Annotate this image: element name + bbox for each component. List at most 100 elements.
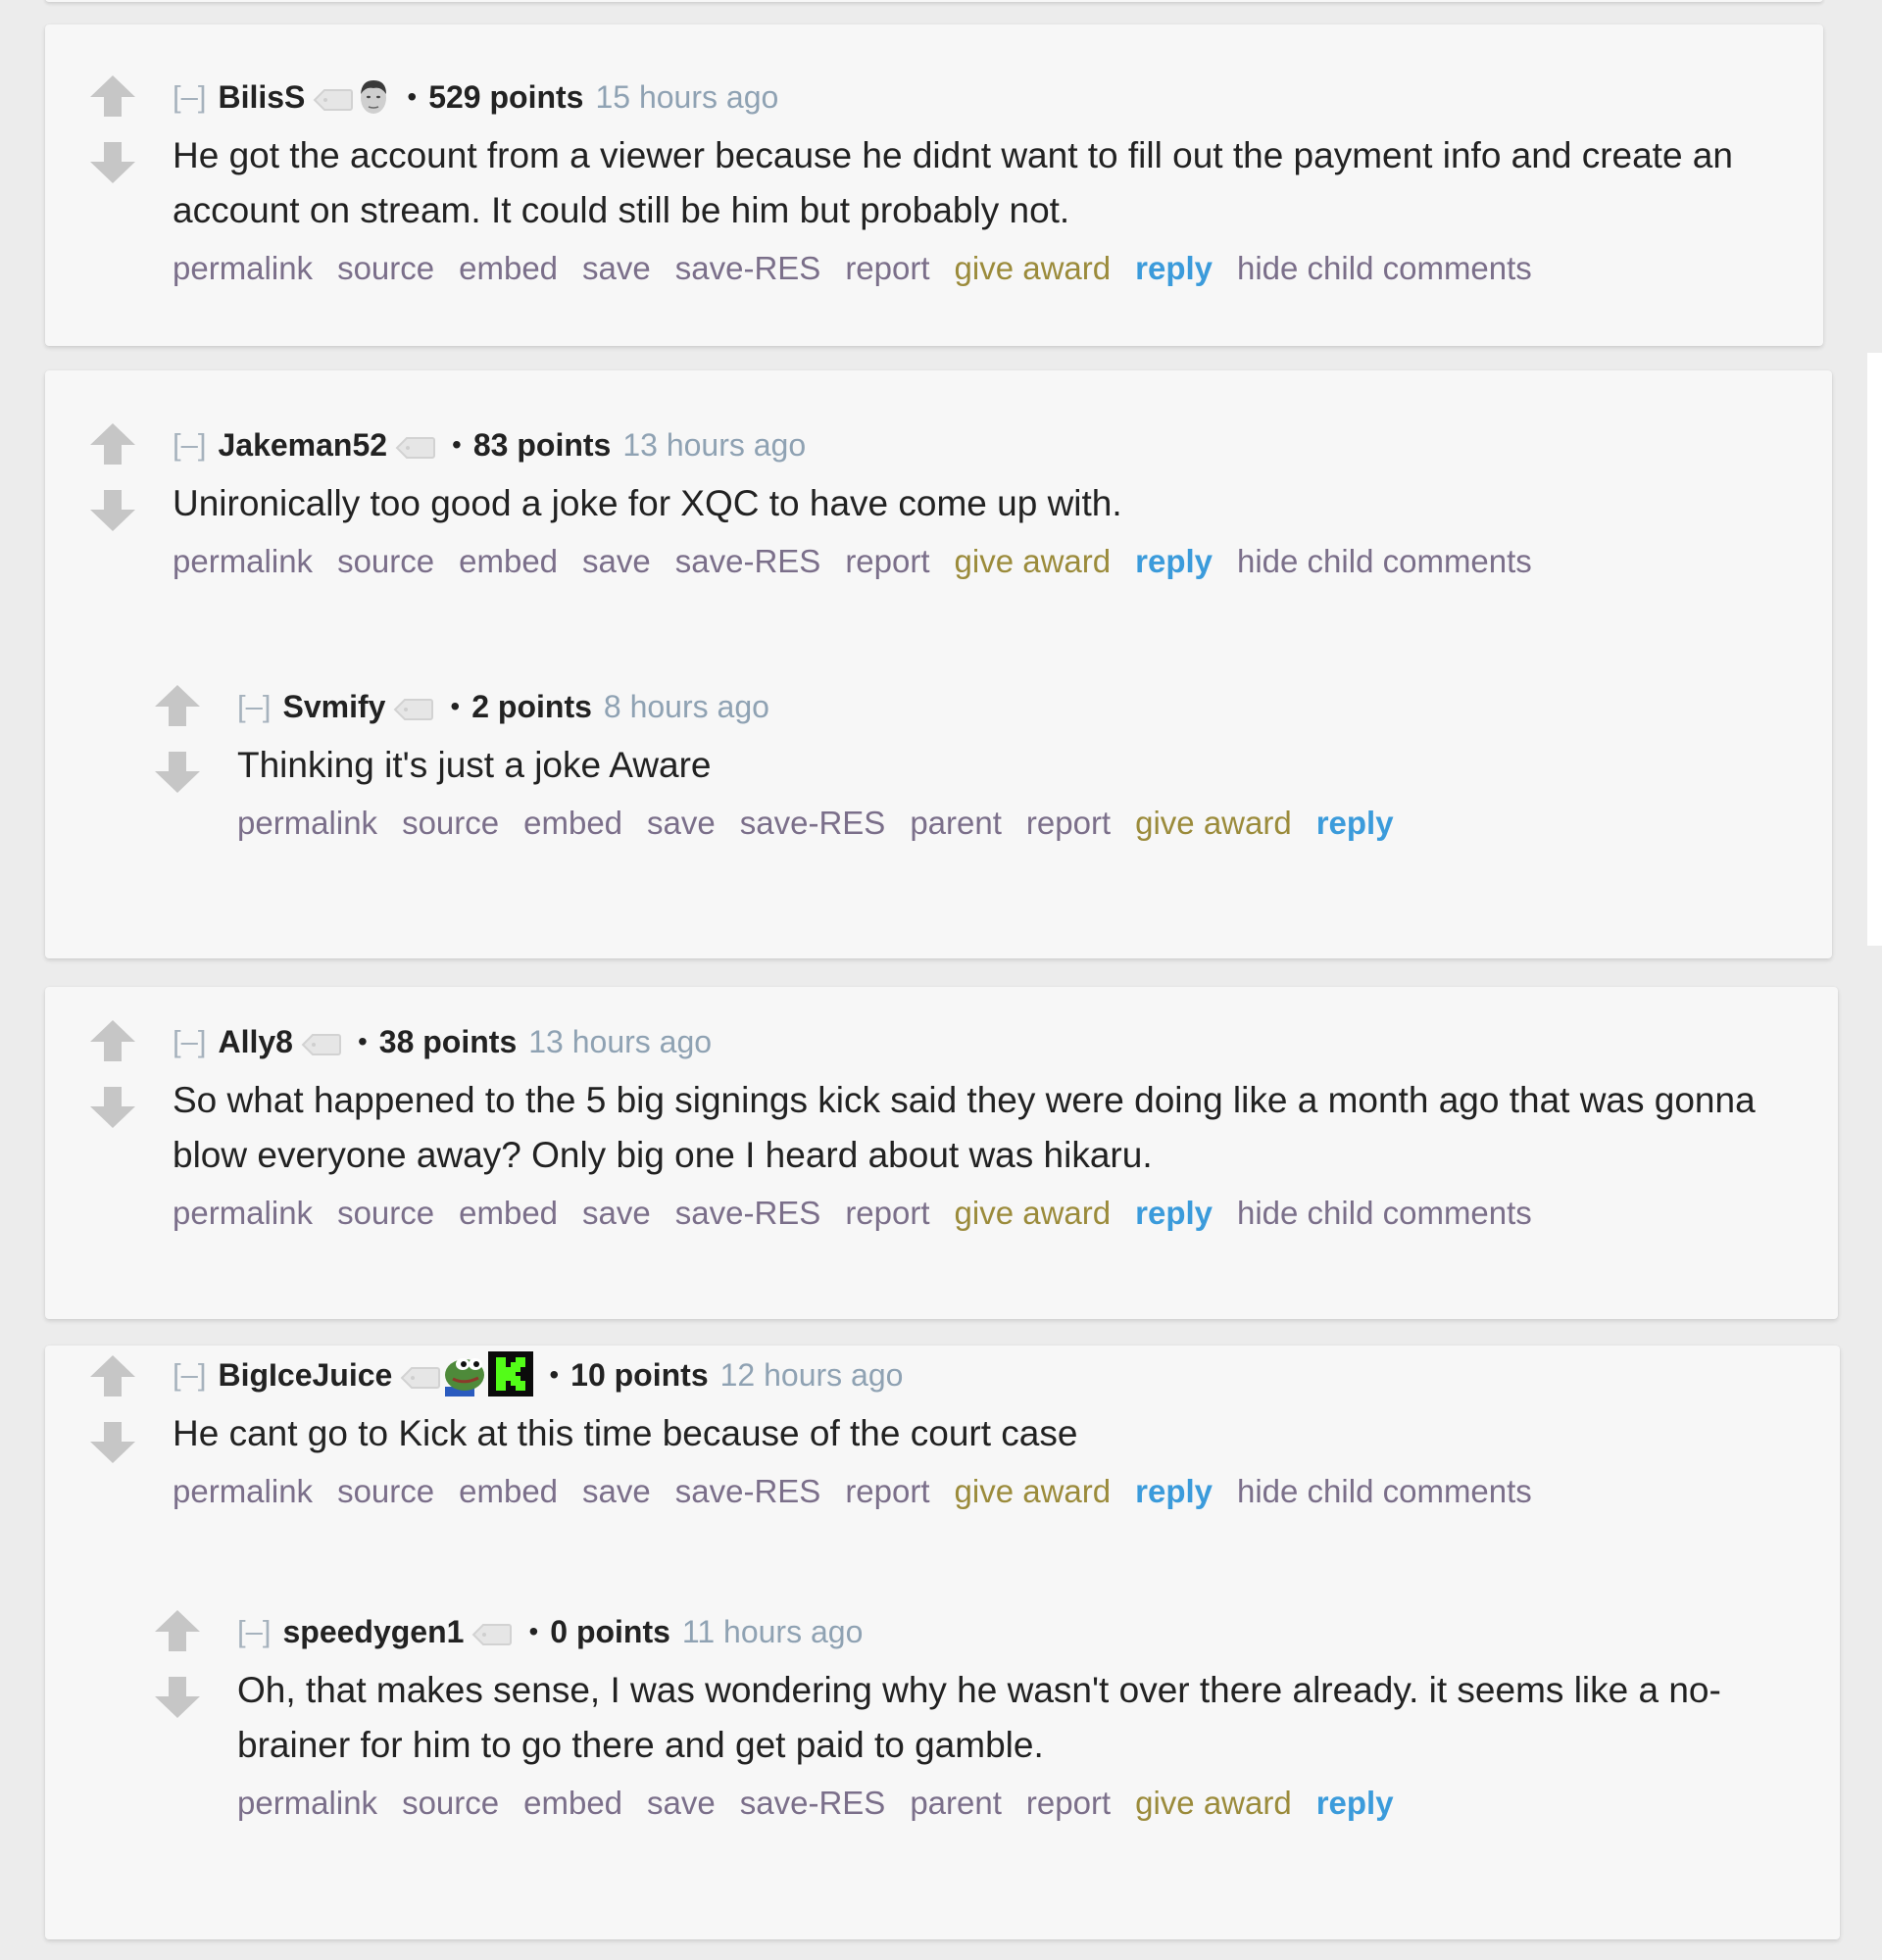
action-embed[interactable]: embed: [459, 543, 558, 579]
action-save[interactable]: save: [647, 805, 716, 841]
action-source[interactable]: source: [402, 805, 499, 841]
upvote-button[interactable]: [155, 1610, 200, 1651]
score: 529 points: [428, 79, 584, 115]
action-save[interactable]: save: [582, 1195, 651, 1231]
author-link[interactable]: BigIceJuice: [218, 1353, 392, 1396]
downvote-arrow-icon: [90, 1422, 135, 1463]
collapse-toggle[interactable]: [–]: [237, 685, 271, 728]
action-parent[interactable]: parent: [910, 805, 1002, 841]
action-save-res[interactable]: save-RES: [675, 1473, 821, 1509]
action-save[interactable]: save: [582, 543, 651, 579]
action-reply[interactable]: reply: [1135, 250, 1213, 286]
action-reply[interactable]: reply: [1316, 1785, 1394, 1821]
tag-icon[interactable]: [393, 689, 434, 720]
action-permalink[interactable]: permalink: [173, 1473, 313, 1509]
action-source[interactable]: source: [337, 543, 434, 579]
tag-icon[interactable]: [400, 1357, 441, 1389]
author-link[interactable]: Ally8: [218, 1020, 292, 1063]
downvote-button[interactable]: [155, 752, 200, 793]
action-parent[interactable]: parent: [910, 1785, 1002, 1821]
action-report[interactable]: report: [845, 543, 929, 579]
action-embed[interactable]: embed: [523, 1785, 622, 1821]
author-link[interactable]: Svmify: [282, 685, 385, 728]
tag-icon[interactable]: [301, 1024, 342, 1055]
action-give-award[interactable]: give award: [955, 250, 1112, 286]
timestamp: 12 hours ago: [719, 1357, 904, 1393]
upvote-button[interactable]: [90, 423, 135, 465]
action-give-award[interactable]: give award: [1135, 805, 1292, 841]
action-give-award[interactable]: give award: [955, 1195, 1112, 1231]
downvote-arrow-icon: [90, 490, 135, 531]
comment-actions: permalink source embed save save-RES parent re…: [237, 799, 1845, 848]
tag-icon[interactable]: [313, 79, 354, 111]
action-save-res[interactable]: save-RES: [675, 1195, 821, 1231]
action-permalink[interactable]: permalink: [237, 1785, 377, 1821]
action-give-award[interactable]: give award: [1135, 1785, 1292, 1821]
action-save[interactable]: save: [582, 1473, 651, 1509]
collapse-toggle[interactable]: [–]: [173, 1353, 206, 1396]
comment-body: He cant go to Kick at this time because …: [173, 1413, 1078, 1453]
action-save-res[interactable]: save-RES: [740, 805, 886, 841]
tag-icon[interactable]: [471, 1614, 513, 1645]
upvote-arrow-icon: [90, 75, 135, 117]
action-reply[interactable]: reply: [1135, 1195, 1213, 1231]
upvote-button[interactable]: [90, 1020, 135, 1061]
action-report[interactable]: report: [1026, 805, 1111, 841]
action-permalink[interactable]: permalink: [173, 543, 313, 579]
action-report[interactable]: report: [845, 250, 929, 286]
upvote-button[interactable]: [155, 685, 200, 726]
action-reply[interactable]: reply: [1316, 805, 1394, 841]
upvote-button[interactable]: [90, 75, 135, 117]
action-source[interactable]: source: [337, 1195, 434, 1231]
downvote-button[interactable]: [90, 490, 135, 531]
action-hide-child-comments[interactable]: hide child comments: [1237, 1195, 1532, 1231]
author-link[interactable]: BilisS: [218, 75, 305, 119]
score: 83 points: [472, 427, 612, 463]
comment-body: Thinking it's just a joke Aware: [237, 745, 712, 785]
action-hide-child-comments[interactable]: hide child comments: [1237, 543, 1532, 579]
comment-meta: [–] Svmify • 2 points 8 hours ago: [237, 685, 1845, 728]
action-permalink[interactable]: permalink: [173, 250, 313, 286]
action-report[interactable]: report: [845, 1195, 929, 1231]
action-hide-child-comments[interactable]: hide child comments: [1237, 1473, 1532, 1509]
collapse-toggle[interactable]: [–]: [173, 1020, 206, 1063]
separator-bullet: •: [549, 1359, 560, 1390]
scrollbar-track[interactable]: [1867, 353, 1882, 946]
action-reply[interactable]: reply: [1135, 1473, 1213, 1509]
comment-card: [–] Ally8 • 38 points 13 hours ago So wh…: [45, 987, 1838, 1319]
score: 0 points: [550, 1614, 670, 1649]
downvote-button[interactable]: [90, 142, 135, 183]
action-embed[interactable]: embed: [459, 250, 558, 286]
action-source[interactable]: source: [337, 1473, 434, 1509]
action-save-res[interactable]: save-RES: [675, 543, 821, 579]
action-source[interactable]: source: [337, 250, 434, 286]
action-embed[interactable]: embed: [459, 1195, 558, 1231]
action-give-award[interactable]: give award: [955, 1473, 1112, 1509]
action-source[interactable]: source: [402, 1785, 499, 1821]
action-save-res[interactable]: save-RES: [675, 250, 821, 286]
author-link[interactable]: Jakeman52: [218, 423, 387, 466]
action-reply[interactable]: reply: [1135, 543, 1213, 579]
action-save[interactable]: save: [582, 250, 651, 286]
action-give-award[interactable]: give award: [955, 543, 1112, 579]
action-report[interactable]: report: [1026, 1785, 1111, 1821]
upvote-arrow-icon: [90, 1020, 135, 1061]
downvote-button[interactable]: [90, 1087, 135, 1128]
downvote-button[interactable]: [90, 1422, 135, 1463]
action-save-res[interactable]: save-RES: [740, 1785, 886, 1821]
action-report[interactable]: report: [845, 1473, 929, 1509]
downvote-button[interactable]: [155, 1677, 200, 1718]
score: 38 points: [378, 1024, 518, 1059]
tag-icon[interactable]: [395, 427, 436, 459]
action-permalink[interactable]: permalink: [173, 1195, 313, 1231]
action-hide-child-comments[interactable]: hide child comments: [1237, 250, 1532, 286]
action-embed[interactable]: embed: [459, 1473, 558, 1509]
upvote-button[interactable]: [90, 1355, 135, 1396]
author-link[interactable]: speedygen1: [282, 1610, 464, 1653]
action-embed[interactable]: embed: [523, 805, 622, 841]
collapse-toggle[interactable]: [–]: [237, 1610, 271, 1653]
collapse-toggle[interactable]: [–]: [173, 75, 206, 119]
action-save[interactable]: save: [647, 1785, 716, 1821]
collapse-toggle[interactable]: [–]: [173, 423, 206, 466]
action-permalink[interactable]: permalink: [237, 805, 377, 841]
